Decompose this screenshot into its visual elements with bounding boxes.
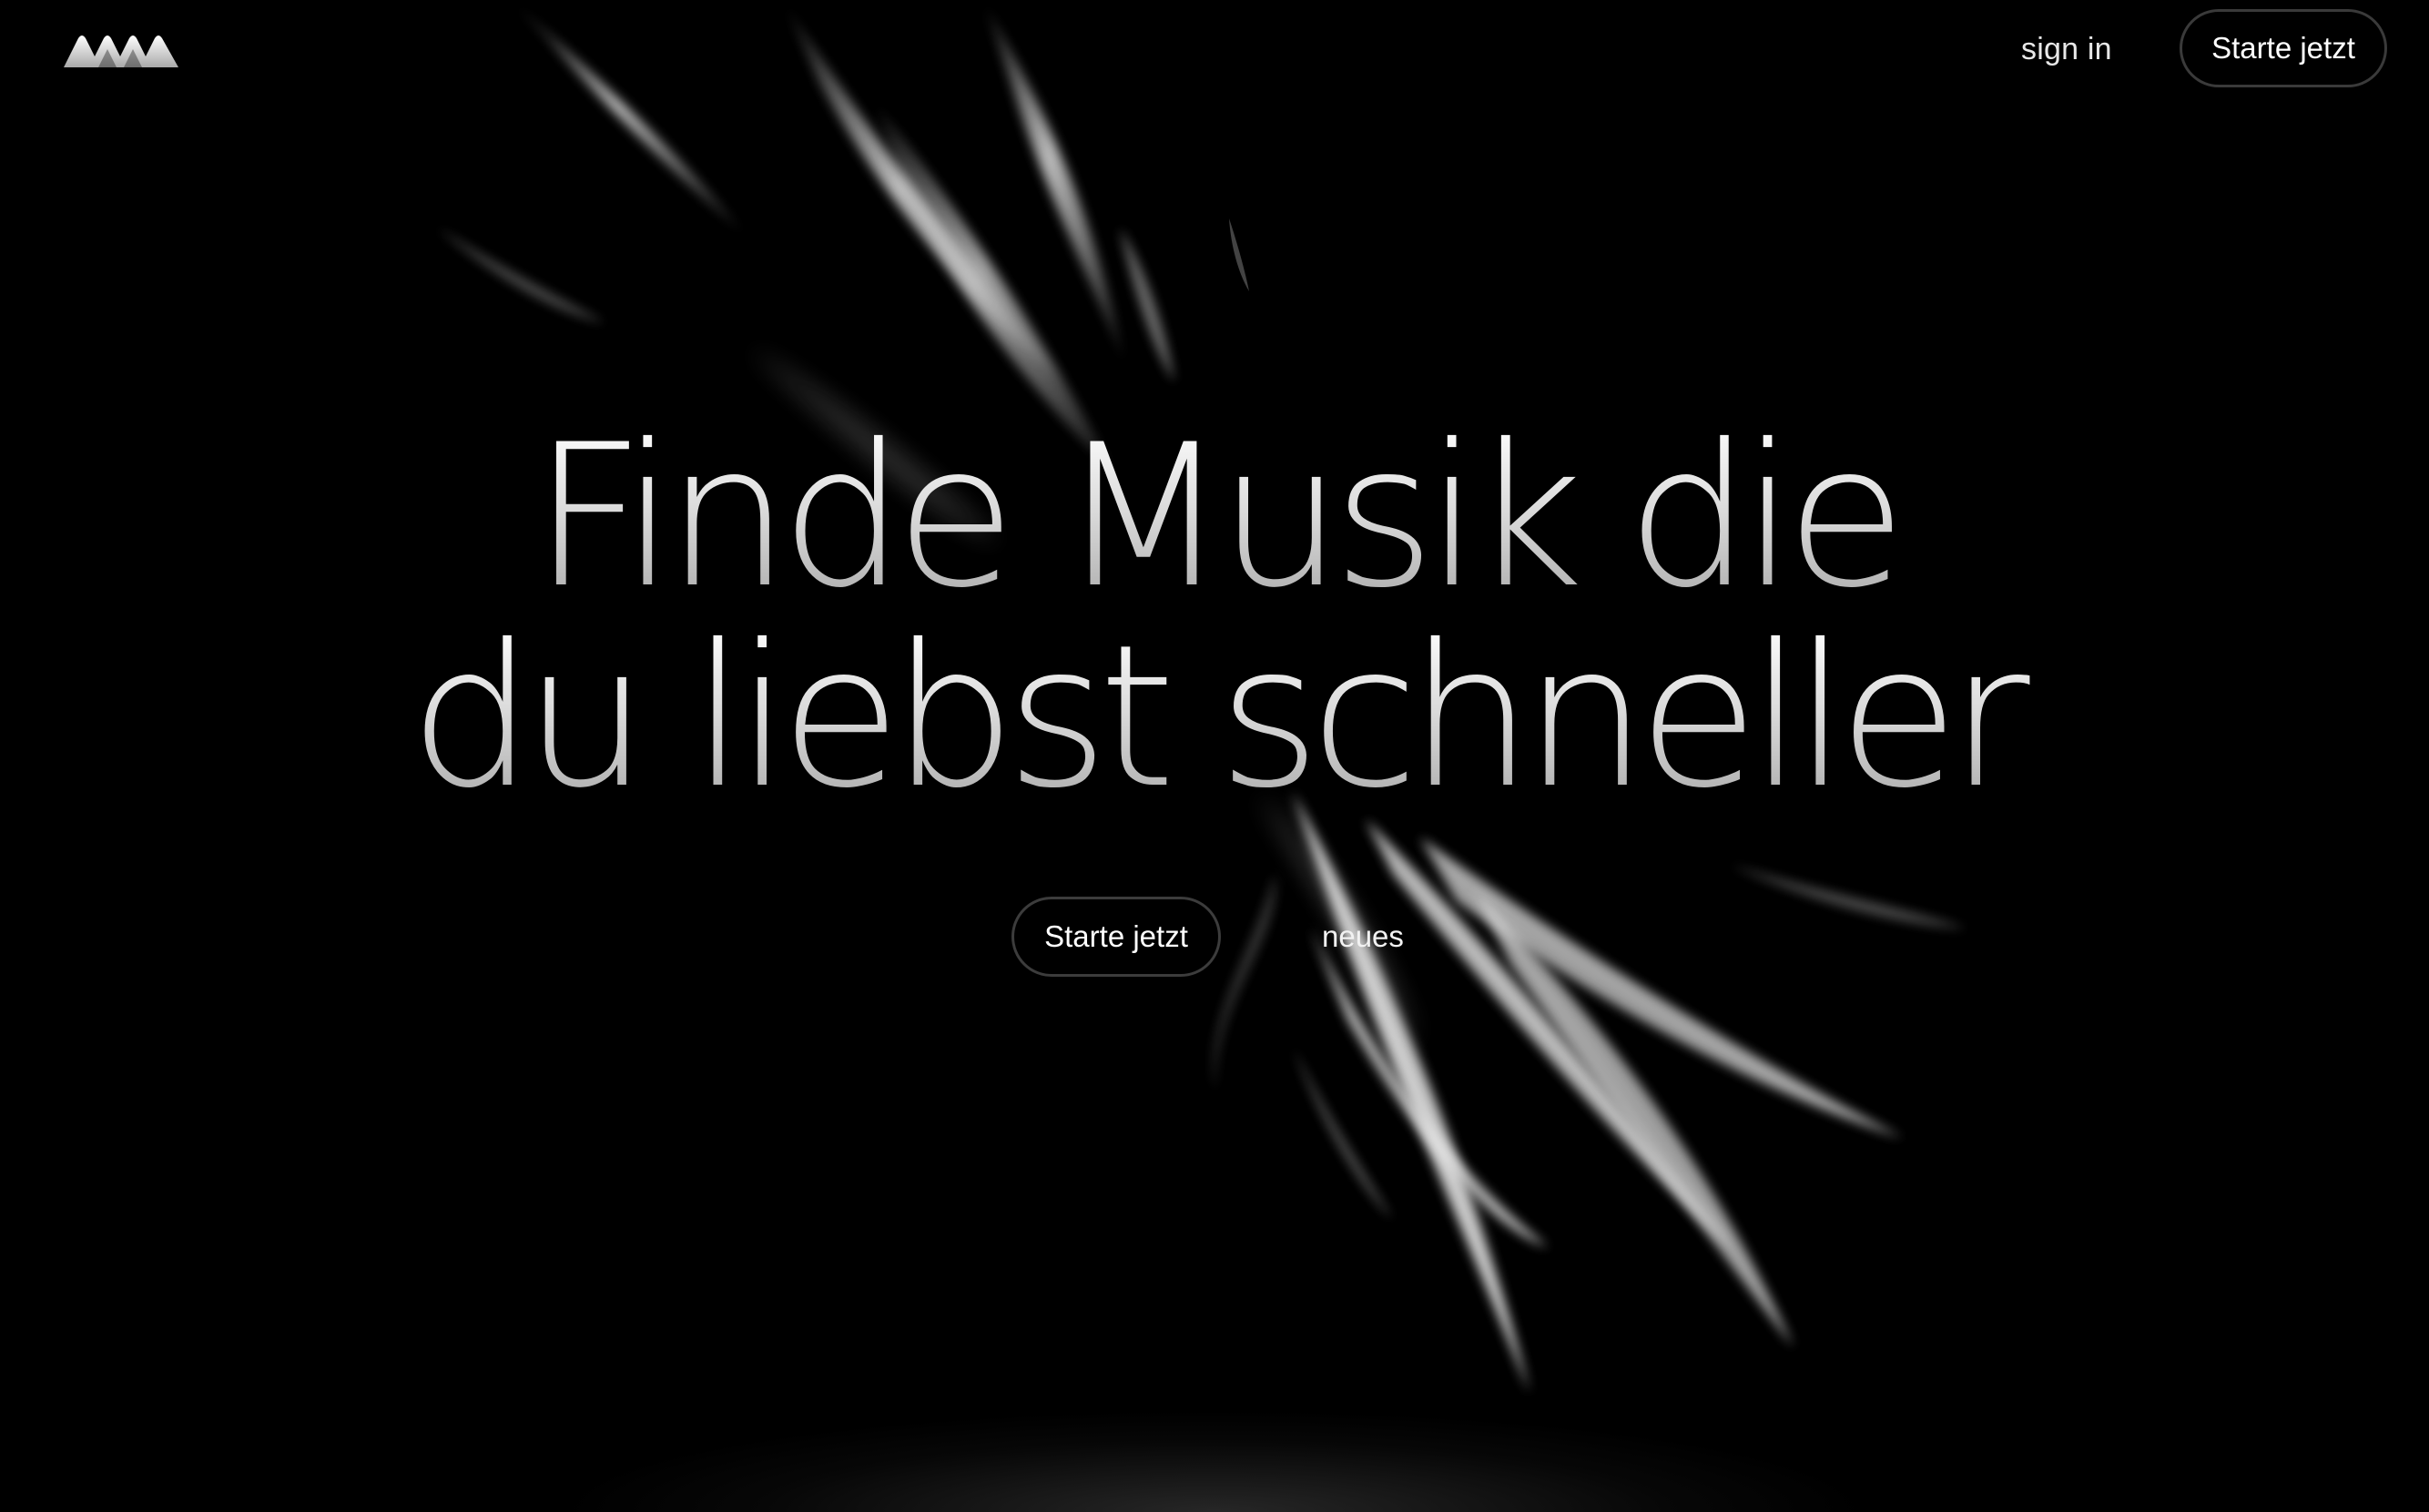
- hero-start-button[interactable]: Starte jetzt: [1011, 897, 1221, 977]
- triangle-wave-logo-icon[interactable]: [62, 31, 182, 69]
- hero-headline: Finde Musik die du liebst schneller: [0, 417, 2429, 817]
- landing-page: sign in Starte jetzt Finde Musik die du …: [0, 0, 2429, 1512]
- floor-glow: [0, 1388, 2429, 1512]
- header-start-button[interactable]: Starte jetzt: [2180, 9, 2387, 87]
- lower-streaks: [1213, 792, 1967, 1393]
- sign-in-link[interactable]: sign in: [2021, 25, 2112, 73]
- hero-headline-line-1: Finde Musik die: [0, 417, 2429, 617]
- news-link[interactable]: neues: [1322, 913, 1404, 960]
- hero-headline-line-2: du liebst schneller: [0, 617, 2429, 817]
